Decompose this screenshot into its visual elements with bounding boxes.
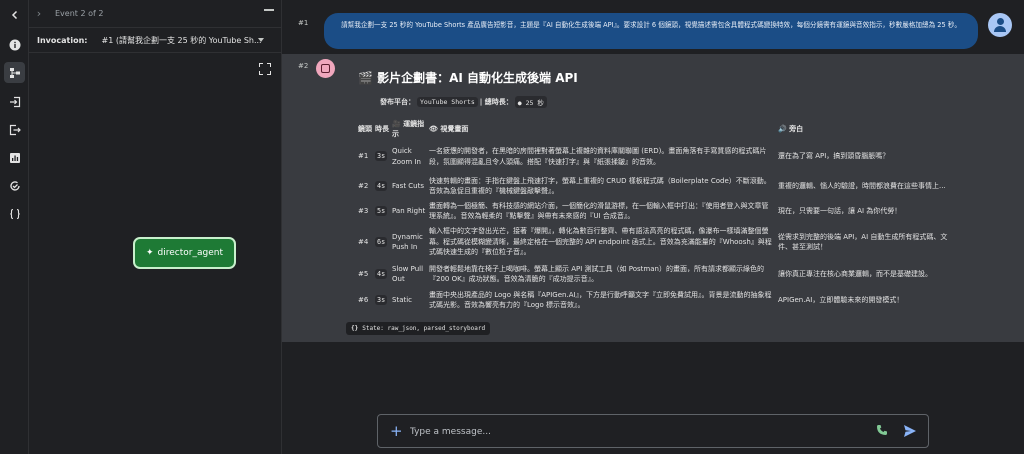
send-icon[interactable] — [903, 423, 919, 439]
state-badge[interactable]: {} State: raw_json, parsed_storyboard — [346, 322, 491, 335]
phone-call-icon[interactable] — [876, 424, 890, 438]
agent-node-label: director_agent — [157, 248, 223, 258]
platform-chip: YouTube Shorts — [417, 97, 478, 107]
scene-visual: 開發者輕鬆地靠在椅子上喝咖啡。螢幕上顯示 API 測試工具（如 Postman）… — [429, 264, 764, 284]
chevron-right-icon[interactable]: › — [31, 7, 47, 20]
dropdown-arrow-icon[interactable] — [258, 38, 264, 42]
scene-voiceover: 從需求到完整的後端 API，AI 自動生成所有程式碼、文件、甚至測試！ — [778, 232, 948, 252]
user-avatar — [988, 13, 1012, 37]
scene-duration: 6s — [375, 236, 388, 247]
scene-number: #2 — [358, 181, 369, 190]
scene-number: #6 — [358, 295, 369, 304]
scene-duration: 3s — [375, 151, 388, 162]
scene-duration: 4s — [375, 268, 388, 279]
scene-visual: 快速剪輯的畫面：手指在鍵盤上飛速打字，螢幕上重複的 CRUD 樣板程式碼（Boi… — [429, 176, 771, 196]
scene-camera: Pan Right — [392, 206, 426, 215]
state-label: State: raw_json, parsed_storyboard — [362, 325, 486, 332]
app-window: › Event 2 of 2 Invocation: #1 (請幫我企劃一支 2… — [0, 0, 1024, 454]
sparkle-icon: ✦ — [146, 248, 154, 258]
scene-number: #5 — [358, 269, 369, 278]
table-row: #5 4s Slow Pull Out 開發者輕鬆地靠在椅子上喝咖啡。螢幕上顯示… — [358, 261, 954, 287]
scene-voiceover: 重複的邏輯、惱人的驗證，時間都浪費在這些事情上... — [778, 181, 946, 190]
scene-camera: Dynamic Push In — [392, 232, 423, 252]
invocation-value[interactable]: #1 (請幫我企劃一支 25 秒的 YouTube Sh... — [101, 35, 261, 46]
scene-duration: 4s — [375, 180, 388, 191]
table-row: #1 3s Quick Zoom In 一名疲憊的開發者，在黑暗的房間裡對著螢幕… — [358, 140, 954, 173]
table-row: #2 4s Fast Cuts 快速剪輯的畫面：手指在鍵盤上飛速打字，螢幕上重複… — [358, 173, 954, 199]
graph-icon[interactable] — [4, 62, 25, 83]
event-panel: › Event 2 of 2 Invocation: #1 (請幫我企劃一支 2… — [29, 0, 282, 454]
column-header-voiceover: 🔊 旁白 — [778, 125, 804, 133]
scene-camera: Fast Cuts — [392, 181, 425, 190]
table-row: #3 5s Pan Right 畫面轉為一個極簡、有科技感的網站介面，一個簡化的… — [358, 199, 954, 223]
scene-visual: 一名疲憊的開發者，在黑暗的房間裡對著螢幕上複雜的資料庫關聯圖 (ERD)。畫面角… — [429, 147, 767, 166]
code-braces-icon[interactable] — [4, 203, 25, 224]
message-composer: + — [377, 414, 929, 448]
left-rail — [0, 0, 29, 454]
scene-number: #4 — [358, 237, 369, 246]
scene-voiceover: 現在，只需要一句話，讓 AI 為你代勞！ — [778, 206, 902, 215]
scene-voiceover: 讓你真正專注在核心商業邏輯，而不是基礎建設。 — [778, 269, 932, 278]
scene-number: #1 — [358, 152, 369, 161]
event-counter: Event 2 of 2 — [55, 9, 104, 18]
scene-duration: 5s — [375, 205, 388, 216]
login-icon[interactable] — [4, 91, 25, 112]
storyboard-meta: 發布平台： YouTube Shorts | 總時長： ● 25 秒 — [380, 96, 549, 108]
info-icon[interactable] — [4, 34, 25, 55]
scene-number: #3 — [358, 206, 369, 215]
table-row: #6 3s Static 畫面中央出現產品的 Logo 與名稱『APIGen.A… — [358, 287, 954, 313]
storyboard-title: 🎬 影片企劃書：AI 自動化生成後端 API — [358, 71, 578, 85]
turn-number-2: #2 — [298, 62, 309, 70]
column-header-scene: 鏡頭 — [358, 125, 372, 133]
scene-duration: 3s — [375, 294, 388, 305]
column-header-visual: 👁 視覺畫面 — [429, 125, 469, 133]
column-header-camera: 🎥 運鏡指示 — [392, 120, 425, 138]
storyboard-table: 鏡頭 時長 🎥 運鏡指示 👁 視覺畫面 🔊 旁白 #1 3s Quick Zoo… — [358, 118, 954, 313]
back-icon[interactable] — [4, 4, 25, 25]
logout-icon[interactable] — [4, 119, 25, 140]
duration-chip: ● 25 秒 — [514, 96, 547, 108]
invocation-label: Invocation: — [37, 35, 88, 45]
message-input[interactable] — [410, 424, 840, 439]
fullscreen-icon[interactable] — [259, 63, 271, 75]
scene-visual: 畫面中央出現產品的 Logo 與名稱『APIGen.AI』，下方是行動呼籲文字『… — [429, 290, 772, 310]
scene-voiceover: APIGen.AI，立即體驗未來的開發模式！ — [778, 295, 904, 304]
bot-avatar — [316, 59, 335, 78]
table-row: #4 6s Dynamic Push In 輸入框中的文字發出光芒，接著『爆開』… — [358, 223, 954, 261]
chart-icon[interactable] — [4, 147, 25, 168]
director-agent-node[interactable]: ✦ director_agent — [133, 237, 236, 269]
duration-label: | 總時長： — [479, 98, 513, 106]
turn-number-1: #1 — [298, 19, 309, 27]
scene-camera: Quick Zoom In — [392, 147, 421, 166]
scene-visual: 畫面轉為一個極簡、有科技感的網站介面，一個簡化的滑鼠游標，在一個輸入框中打出：『… — [429, 201, 769, 221]
minimize-icon[interactable] — [264, 9, 274, 11]
user-message: 請幫我企劃一支 25 秒的 YouTube Shorts 產品廣告短影音，主題是… — [324, 13, 978, 49]
scene-visual: 輸入框中的文字發出光芒，接著『爆開』，轉化為數百行整齊、帶有語法高亮的程式碼，像… — [429, 227, 772, 257]
platform-label: 發布平台： — [380, 98, 415, 106]
scene-camera: Static — [392, 295, 413, 304]
chat-area: #1 請幫我企劃一支 25 秒的 YouTube Shorts 產品廣告短影音，… — [282, 0, 1024, 454]
scene-voiceover: 還在為了寫 API，搞到頭昏腦脹嗎？ — [778, 152, 890, 161]
event-header: › Event 2 of 2 — [29, 0, 282, 27]
check-cycle-icon[interactable] — [4, 175, 25, 196]
invocation-selector[interactable]: Invocation: #1 (請幫我企劃一支 25 秒的 YouTube Sh… — [29, 27, 282, 53]
column-header-duration: 時長 — [375, 125, 389, 133]
scene-camera: Slow Pull Out — [392, 264, 424, 284]
add-attachment-icon[interactable]: + — [390, 422, 403, 440]
braces-icon: {} — [351, 325, 359, 332]
table-header-row: 鏡頭 時長 🎥 運鏡指示 👁 視覺畫面 🔊 旁白 — [358, 118, 954, 140]
